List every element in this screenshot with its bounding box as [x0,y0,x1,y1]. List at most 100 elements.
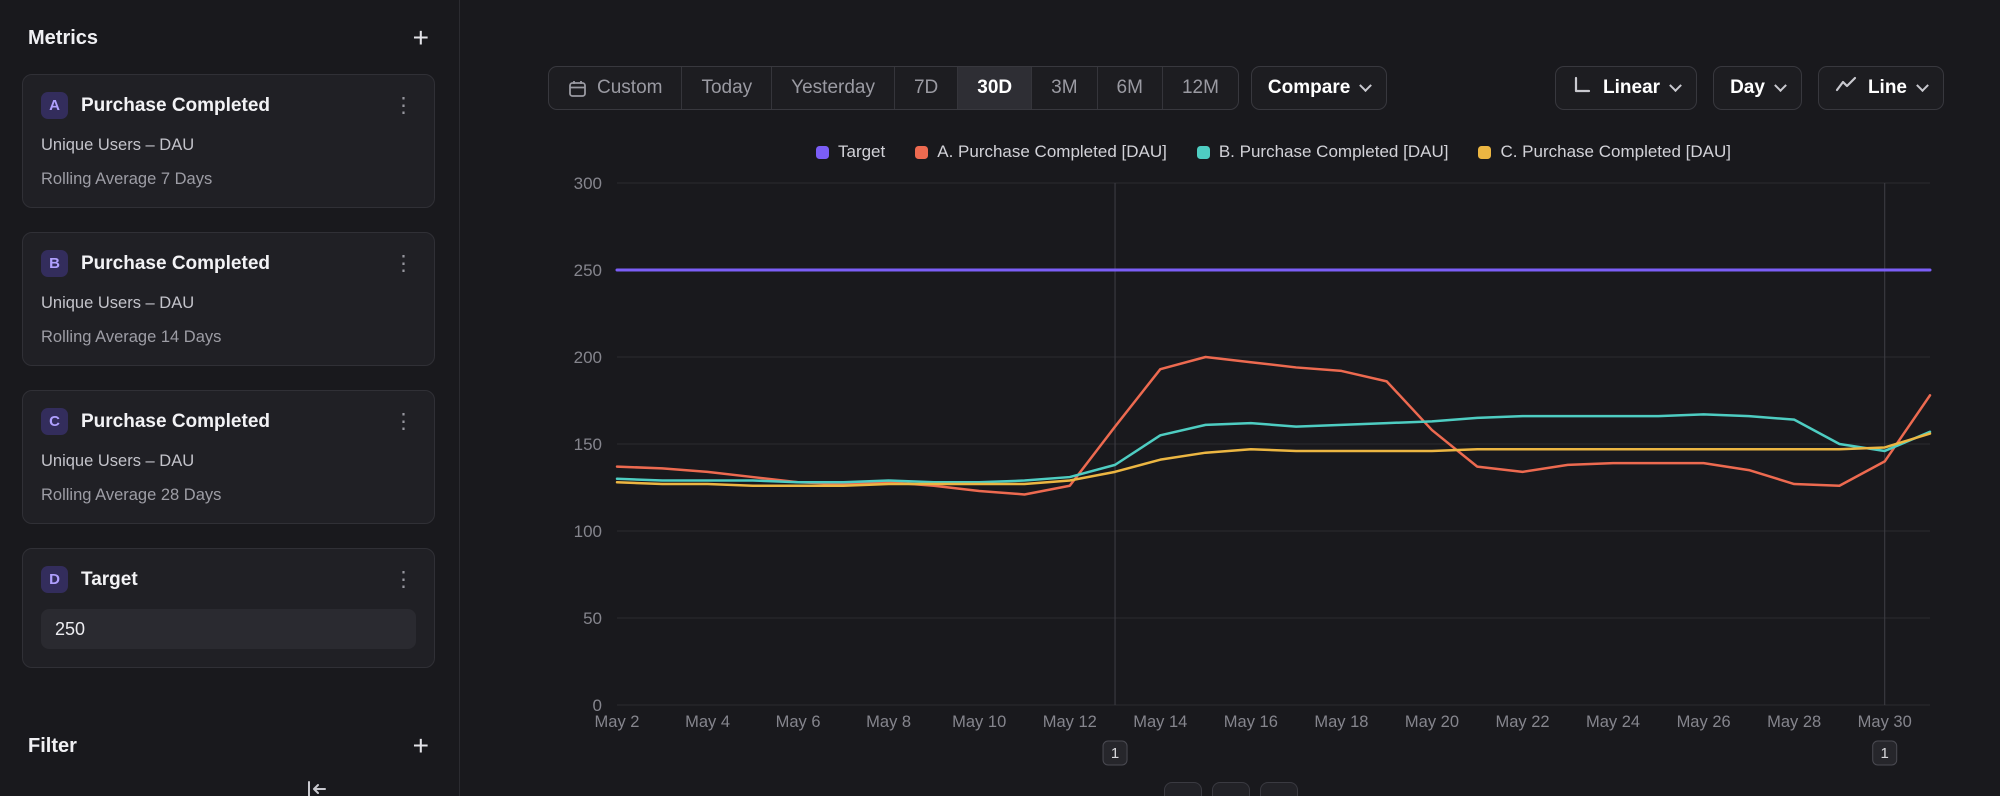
calendar-icon [568,79,587,98]
legend-swatch [915,146,928,159]
range-button-6m[interactable]: 6M [1098,67,1163,109]
kebab-menu-icon: ⋮ [393,568,414,591]
range-button-yesterday[interactable]: Yesterday [772,67,895,109]
metric-badge: B [41,250,68,277]
metric-menu-button[interactable]: ⋮ [391,412,416,432]
svg-text:250: 250 [574,261,602,280]
range-label: 12M [1182,77,1219,99]
target-badge: D [41,566,68,593]
svg-text:May 12: May 12 [1043,713,1097,731]
metrics-sidebar: Metrics + A Purchase Completed ⋮ Unique … [0,0,460,796]
legend-label: A. Purchase Completed [DAU] [937,142,1167,162]
chevron-down-icon [1774,79,1787,92]
metric-badge: A [41,92,68,119]
chart-type-select-button[interactable]: Line [1818,66,1944,110]
chart-action-button-2[interactable] [1212,782,1250,796]
svg-text:May 26: May 26 [1677,713,1731,731]
metric-menu-button[interactable]: ⋮ [391,254,416,274]
legend-label: B. Purchase Completed [DAU] [1219,142,1449,162]
svg-text:May 24: May 24 [1586,713,1640,731]
line-chart: Target A. Purchase Completed [DAU] B. Purc… [560,130,1950,796]
axis-icon [1572,75,1592,101]
svg-text:May 10: May 10 [952,713,1006,731]
range-label: 6M [1117,77,1143,99]
legend-label: Target [838,142,885,162]
svg-text:May 30: May 30 [1858,713,1912,731]
metric-card-b[interactable]: B Purchase Completed ⋮ Unique Users – DA… [22,232,435,366]
granularity-select-button[interactable]: Day [1713,66,1802,110]
chart-legend: Target A. Purchase Completed [DAU] B. Purc… [617,142,1930,162]
range-button-7d[interactable]: 7D [895,67,958,109]
chart-type-label: Line [1868,77,1907,99]
chart-panel: Custom Today Yesterday 7D 30D 3M 6M 12M Compare… [461,0,2000,796]
range-button-30d[interactable]: 30D [958,67,1032,109]
range-button-3m[interactable]: 3M [1032,67,1097,109]
chart-bottom-actions [1164,782,1298,796]
legend-item[interactable]: C. Purchase Completed [DAU] [1478,142,1731,162]
chart-action-button-3[interactable] [1260,782,1298,796]
svg-text:300: 300 [574,174,602,193]
filter-header: Filter + [28,734,433,758]
scale-select-button[interactable]: Linear [1555,66,1697,110]
compare-button[interactable]: Compare [1251,66,1387,110]
metric-rolling-average[interactable]: Rolling Average 14 Days [41,328,416,347]
range-button-12m[interactable]: 12M [1163,67,1238,109]
svg-text:May 28: May 28 [1767,713,1821,731]
svg-text:1: 1 [1111,745,1119,762]
svg-text:50: 50 [583,609,602,628]
plus-icon: + [413,22,429,53]
svg-text:May 14: May 14 [1133,713,1187,731]
svg-text:100: 100 [574,522,602,541]
app-window: Metrics + A Purchase Completed ⋮ Unique … [0,0,2000,796]
chart-canvas[interactable]: 05010015020025030011May 2May 4May 6May 8… [560,130,1950,796]
legend-item[interactable]: A. Purchase Completed [DAU] [915,142,1167,162]
legend-item[interactable]: Target [816,142,885,162]
range-label: Custom [597,77,662,99]
legend-swatch [1197,146,1210,159]
svg-text:May 4: May 4 [685,713,730,731]
legend-item[interactable]: B. Purchase Completed [DAU] [1197,142,1449,162]
target-value-input[interactable] [41,609,416,649]
metric-measurement[interactable]: Unique Users – DAU [41,452,416,471]
metric-rolling-average[interactable]: Rolling Average 7 Days [41,170,416,189]
svg-text:May 6: May 6 [776,713,821,731]
range-button-custom[interactable]: Custom [549,67,682,109]
metric-measurement[interactable]: Unique Users – DAU [41,294,416,313]
metric-card-c[interactable]: C Purchase Completed ⋮ Unique Users – DA… [22,390,435,524]
add-filter-button[interactable]: + [409,734,433,758]
scale-label: Linear [1603,77,1660,99]
svg-text:May 18: May 18 [1314,713,1368,731]
svg-text:May 22: May 22 [1495,713,1549,731]
filter-title: Filter [28,735,77,758]
range-label: Today [701,77,752,99]
kebab-menu-icon: ⋮ [393,410,414,433]
svg-text:200: 200 [574,348,602,367]
add-metric-button[interactable]: + [409,26,433,50]
target-card[interactable]: D Target ⋮ [22,548,435,668]
metric-title: Purchase Completed [81,411,391,433]
metric-measurement[interactable]: Unique Users – DAU [41,136,416,155]
metric-card-a[interactable]: A Purchase Completed ⋮ Unique Users – DA… [22,74,435,208]
kebab-menu-icon: ⋮ [393,94,414,117]
svg-text:May 8: May 8 [866,713,911,731]
chart-action-button-1[interactable] [1164,782,1202,796]
target-title: Target [81,569,391,591]
metric-menu-button[interactable]: ⋮ [391,96,416,116]
svg-text:May 16: May 16 [1224,713,1278,731]
range-label: Yesterday [791,77,875,99]
range-label: 30D [977,77,1012,99]
range-label: 7D [914,77,938,99]
chevron-down-icon [1359,79,1372,92]
svg-text:May 20: May 20 [1405,713,1459,731]
date-range-segmented-control: Custom Today Yesterday 7D 30D 3M 6M 12M [548,66,1239,110]
legend-swatch [816,146,829,159]
kebab-menu-icon: ⋮ [393,252,414,275]
legend-swatch [1478,146,1491,159]
metric-rolling-average[interactable]: Rolling Average 28 Days [41,486,416,505]
target-menu-button[interactable]: ⋮ [391,570,416,590]
range-button-today[interactable]: Today [682,67,772,109]
compare-label: Compare [1268,77,1350,99]
svg-text:150: 150 [574,435,602,454]
collapse-sidebar-button[interactable] [306,780,328,796]
metric-title: Purchase Completed [81,95,391,117]
